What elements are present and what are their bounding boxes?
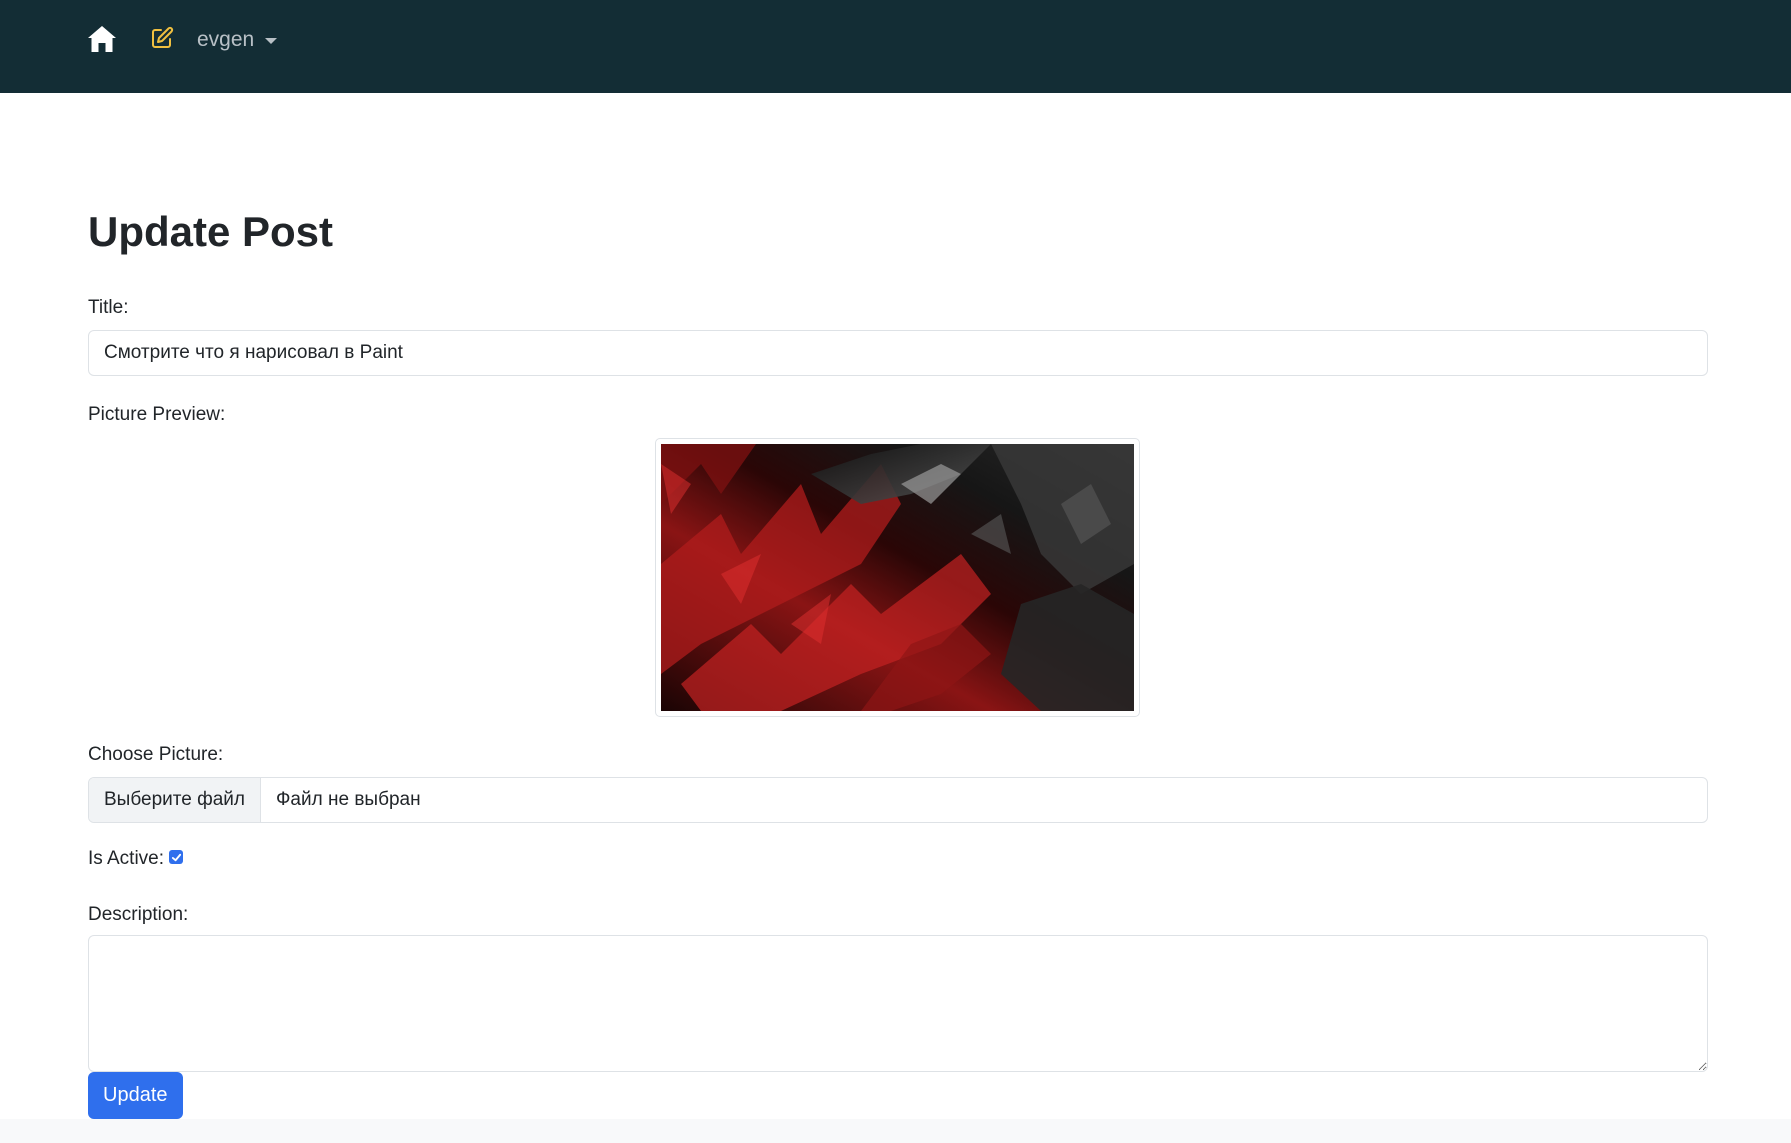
caret-down-icon	[265, 38, 278, 44]
checkmark-icon	[171, 853, 181, 861]
picture-preview-label: Picture Preview:	[88, 404, 226, 425]
file-status: Файл не выбран	[275, 789, 421, 810]
page-title: Update Post	[88, 208, 334, 255]
home-link[interactable]	[86, 24, 118, 54]
top-navbar: evgen	[0, 0, 1791, 93]
description-textarea[interactable]	[88, 935, 1708, 1072]
preview-image	[661, 444, 1134, 711]
footer	[0, 1119, 1791, 1143]
update-button[interactable]: Update	[88, 1072, 183, 1119]
picture-file-input[interactable]: Выберите файл Файл не выбран	[88, 777, 1708, 823]
is-active-checkbox[interactable]	[169, 850, 184, 864]
home-icon	[88, 26, 116, 52]
choose-picture-label: Choose Picture:	[88, 744, 224, 765]
new-post-link[interactable]	[150, 26, 174, 50]
user-name: evgen	[197, 28, 255, 51]
picture-preview	[655, 438, 1140, 717]
is-active-label: Is Active:	[88, 848, 165, 869]
edit-icon	[152, 26, 174, 48]
is-active-row: Is Active:	[88, 848, 184, 870]
title-label: Title:	[88, 297, 129, 318]
description-label: Description:	[88, 904, 189, 925]
choose-file-button[interactable]: Выберите файл	[89, 778, 261, 822]
title-input[interactable]	[88, 330, 1708, 376]
user-dropdown[interactable]: evgen	[197, 24, 278, 56]
